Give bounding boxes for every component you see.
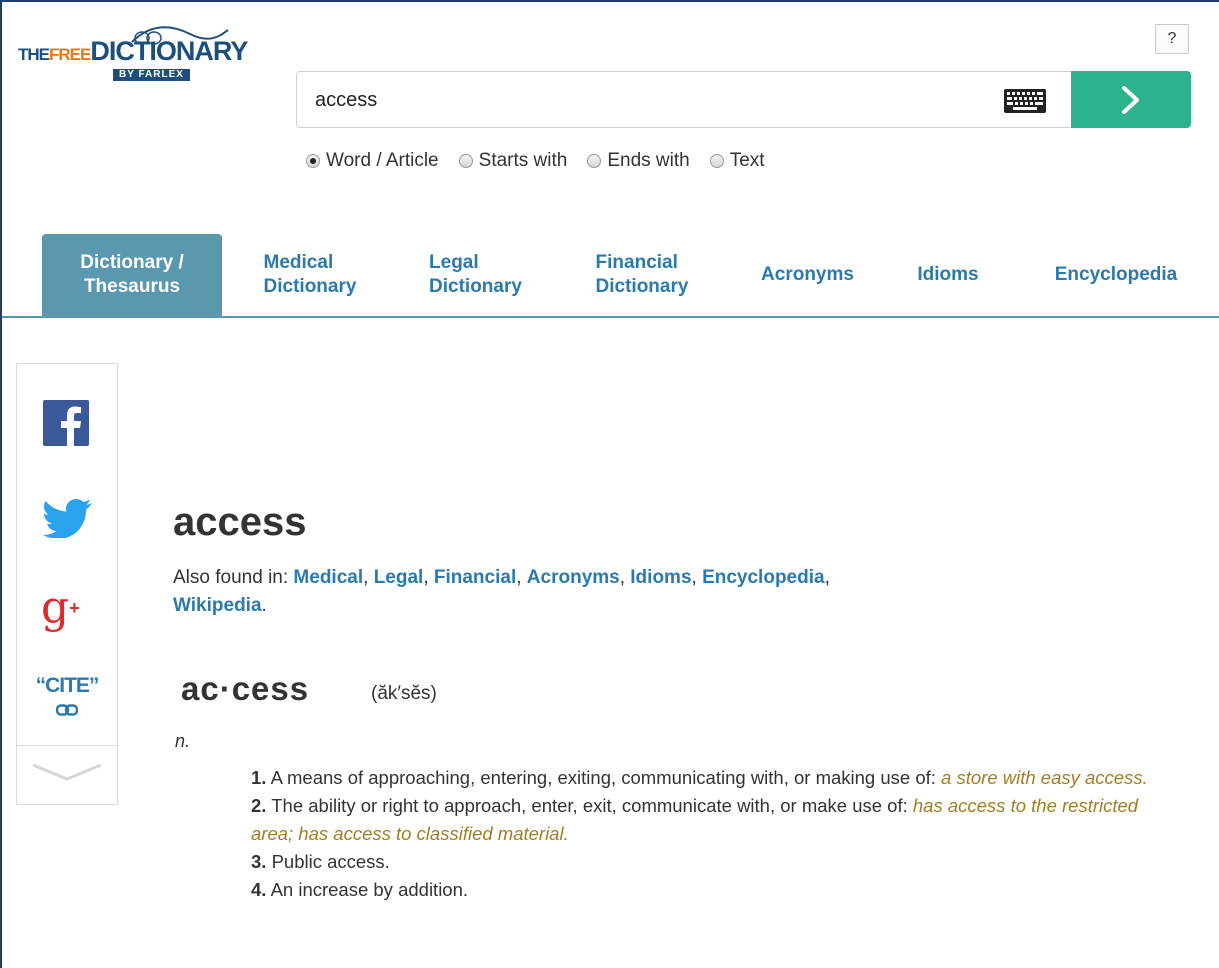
sense-item: 3. Public access. — [251, 848, 1151, 876]
also-found-prefix: Also found in: — [173, 567, 289, 588]
pronunciation: (ăk′sĕs) — [371, 683, 437, 704]
tab-encyclopedia[interactable]: Encyclopedia — [1026, 234, 1206, 316]
radio-button[interactable] — [306, 154, 320, 168]
link-medical[interactable]: Medical — [293, 567, 363, 588]
cite-label: “CITE” — [35, 674, 100, 697]
syllabified-headword: ac·cess — [181, 670, 310, 707]
chevron-right-icon — [1122, 86, 1139, 114]
cite-button[interactable]: “CITE” — [27, 674, 107, 722]
twitter-icon[interactable] — [43, 498, 93, 538]
radio-starts-with[interactable]: Starts with — [458, 150, 568, 172]
window-frame-left — [0, 0, 2, 968]
sense-list: 1. A means of approaching, entering, exi… — [251, 764, 1151, 904]
tab-label-line1: Medical — [263, 252, 334, 273]
tab-label: Idioms — [917, 264, 979, 285]
help-button[interactable]: ? — [1155, 24, 1189, 54]
tab-idioms[interactable]: Idioms — [898, 234, 998, 316]
tab-label: Acronyms — [761, 264, 854, 285]
sense-text: The ability or right to approach, enter,… — [271, 795, 908, 816]
link-financial[interactable]: Financial — [434, 567, 516, 588]
site-logo[interactable]: THEFREEDICTIONARY BY FARLEX — [18, 24, 253, 116]
tab-label-line2: Dictionary — [595, 276, 689, 297]
search-button[interactable] — [1071, 71, 1191, 128]
sense-item: 4. An increase by addition. — [251, 876, 1151, 904]
facebook-icon[interactable] — [43, 400, 89, 446]
radio-label: Ends with — [607, 150, 690, 171]
radio-label: Word / Article — [326, 150, 439, 171]
link-wikipedia[interactable]: Wikipedia — [173, 595, 262, 616]
window-frame-top — [0, 0, 1219, 2]
sense-example: a store with easy access — [941, 767, 1143, 788]
tab-dictionary-thesaurus[interactable]: Dictionary / Thesaurus — [42, 234, 222, 316]
link-icon — [55, 704, 79, 716]
logo-by-farlex: BY FARLEX — [113, 69, 190, 81]
tab-label-line1: Legal — [429, 252, 479, 273]
headword: access — [173, 500, 307, 544]
radio-label: Starts with — [478, 150, 568, 171]
logo-wordmark: THEFREEDICTIONARY — [18, 36, 248, 67]
tab-label-line1: Financial — [595, 252, 678, 273]
share-rail: g+ “CITE” — [16, 363, 118, 805]
radio-ends-with[interactable]: Ends with — [587, 150, 690, 172]
radio-word-article[interactable]: Word / Article — [306, 150, 439, 172]
tab-label-line1: Dictionary / — [80, 252, 184, 273]
tab-medical-dictionary[interactable]: Medical Dictionary — [240, 234, 380, 316]
logo-free: FREE — [49, 45, 91, 64]
tab-label-line2: Dictionary — [263, 276, 357, 297]
sense-item: 2. The ability or right to approach, ent… — [251, 795, 1139, 844]
tab-legal-dictionary[interactable]: Legal Dictionary — [408, 234, 543, 316]
tab-acronyms[interactable]: Acronyms — [740, 234, 875, 316]
sense-number: 1. — [251, 767, 267, 788]
logo-the: THE — [18, 45, 50, 64]
search-input[interactable] — [315, 82, 955, 118]
tab-label-line2: Thesaurus — [83, 276, 181, 297]
radio-button[interactable] — [587, 154, 602, 168]
search-box — [296, 71, 1072, 128]
sense-number: 4. — [251, 879, 267, 900]
also-found-in: Also found in: Medical, Legal, Financial… — [173, 567, 830, 616]
logo-dictionary: DICTIONARY — [90, 36, 248, 66]
sense-text: An increase by addition. — [270, 879, 469, 900]
tab-label-line2: Dictionary — [429, 276, 522, 297]
tab-label: Encyclopedia — [1054, 264, 1178, 285]
sense-text: A means of approaching, entering, exitin… — [270, 767, 936, 788]
sense-item: 1. A means of approaching, entering, exi… — [251, 767, 1148, 788]
radio-text[interactable]: Text — [709, 150, 765, 172]
search-mode-options: Word / Article Starts with Ends with Tex… — [306, 150, 785, 172]
tab-underline — [2, 316, 1219, 318]
radio-button[interactable] — [458, 154, 473, 168]
google-plus-icon[interactable]: g+ — [41, 586, 80, 630]
sense-text: Public access. — [271, 851, 390, 872]
radio-button[interactable] — [709, 154, 724, 168]
link-legal[interactable]: Legal — [374, 567, 424, 588]
link-acronyms[interactable]: Acronyms — [527, 567, 620, 588]
keyboard-icon[interactable] — [1003, 88, 1047, 114]
radio-label: Text — [729, 150, 765, 171]
share-divider — [17, 745, 117, 746]
part-of-speech: n. — [175, 731, 191, 751]
sense-number: 2. — [251, 795, 267, 816]
tab-financial-dictionary[interactable]: Financial Dictionary — [572, 234, 712, 316]
sense-number: 3. — [251, 851, 267, 872]
link-encyclopedia[interactable]: Encyclopedia — [702, 567, 825, 588]
link-idioms[interactable]: Idioms — [630, 567, 691, 588]
chevron-down-icon[interactable] — [31, 762, 103, 782]
